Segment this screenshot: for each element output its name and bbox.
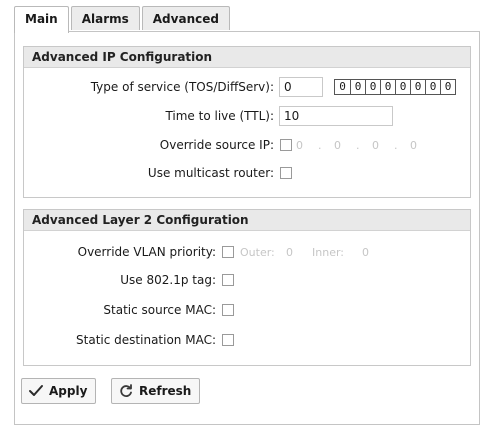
vlan-checkbox[interactable] <box>222 246 234 258</box>
tos-bit[interactable]: 0 <box>440 80 455 94</box>
multicast-label: Use multicast router: <box>147 166 274 180</box>
l2-config-section: Advanced Layer 2 Configuration Override … <box>23 209 471 366</box>
section-title-l2: Advanced Layer 2 Configuration <box>24 210 470 231</box>
tos-bit[interactable]: 0 <box>395 80 410 94</box>
override-ip-checkbox[interactable] <box>280 139 292 151</box>
outer-value[interactable]: 0 <box>286 246 293 259</box>
ip-octet-3[interactable]: 0 <box>372 139 379 152</box>
ip-octet-4[interactable]: 0 <box>410 139 417 152</box>
tab-panel: Advanced IP Configuration Type of servic… <box>14 31 480 425</box>
ttl-row: Time to live (TTL): <box>24 106 470 128</box>
tos-bit[interactable]: 0 <box>335 80 350 94</box>
override-ip-label: Override source IP: <box>159 138 274 152</box>
tag-row: Use 802.1p tag: <box>24 270 470 292</box>
tos-bit[interactable]: 0 <box>410 80 425 94</box>
refresh-button[interactable]: Refresh <box>111 378 201 404</box>
multicast-row: Use multicast router: <box>24 163 470 185</box>
ip-config-section: Advanced IP Configuration Type of servic… <box>23 46 471 198</box>
tos-row: Type of service (TOS/DiffServ): 0 0 0 0 … <box>24 77 470 99</box>
override-ip-row: Override source IP: 0 . 0 . 0 . 0 <box>24 135 470 157</box>
refresh-label: Refresh <box>139 384 192 398</box>
ip-dot: . <box>356 139 360 152</box>
vlan-row: Override VLAN priority: Outer: 0 Inner: … <box>24 242 470 264</box>
tag-checkbox[interactable] <box>222 274 234 286</box>
tos-bit[interactable]: 0 <box>425 80 440 94</box>
static-dst-checkbox[interactable] <box>222 334 234 346</box>
checkmark-icon <box>28 384 44 398</box>
tos-bit[interactable]: 0 <box>380 80 395 94</box>
apply-button[interactable]: Apply <box>21 378 97 404</box>
vlan-label: Override VLAN priority: <box>77 245 216 259</box>
apply-label: Apply <box>49 384 88 398</box>
static-dst-row: Static destination MAC: <box>24 330 470 352</box>
ip-octet-2[interactable]: 0 <box>334 139 341 152</box>
inner-label: Inner: <box>312 246 344 259</box>
tag-label: Use 802.1p tag: <box>120 273 216 287</box>
ttl-label: Time to live (TTL): <box>165 109 274 123</box>
tab-bar: Main Alarms Advanced <box>14 6 232 33</box>
tos-input[interactable] <box>279 77 323 97</box>
tab-main[interactable]: Main <box>14 6 69 33</box>
refresh-icon <box>118 383 134 399</box>
tos-bit[interactable]: 0 <box>365 80 380 94</box>
tos-bit-field: 0 0 0 0 0 0 0 0 <box>334 79 456 95</box>
tab-advanced[interactable]: Advanced <box>141 6 230 30</box>
ttl-input[interactable] <box>279 106 393 126</box>
section-title-ip: Advanced IP Configuration <box>24 47 470 68</box>
inner-value[interactable]: 0 <box>362 246 369 259</box>
static-src-label: Static source MAC: <box>103 303 216 317</box>
ip-dot: . <box>318 139 322 152</box>
ip-dot: . <box>394 139 398 152</box>
outer-label: Outer: <box>240 246 275 259</box>
multicast-checkbox[interactable] <box>280 167 292 179</box>
static-src-row: Static source MAC: <box>24 300 470 322</box>
static-dst-label: Static destination MAC: <box>76 333 216 347</box>
ip-octet-1[interactable]: 0 <box>296 139 303 152</box>
tab-alarms[interactable]: Alarms <box>70 6 140 30</box>
static-src-checkbox[interactable] <box>222 304 234 316</box>
tos-bit[interactable]: 0 <box>350 80 365 94</box>
tos-label: Type of service (TOS/DiffServ): <box>90 80 274 94</box>
